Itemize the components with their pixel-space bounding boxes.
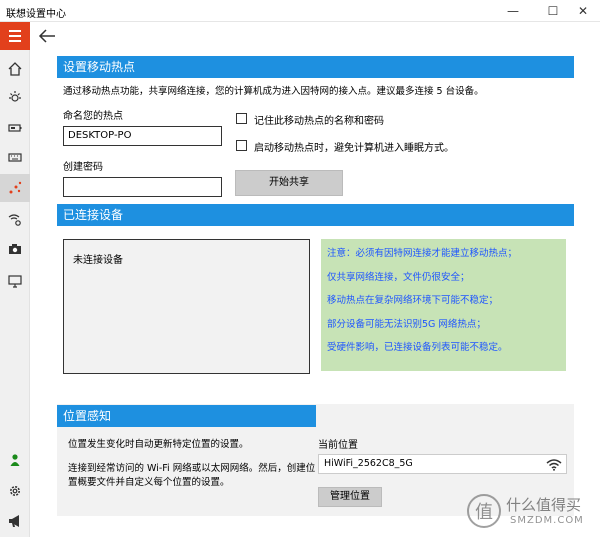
note-line: 仅共享网络连接，文件仍很安全；	[327, 272, 470, 283]
monitor-icon	[8, 275, 22, 288]
watermark-brand: 什么值得买	[506, 496, 582, 514]
minimize-button[interactable]: —	[496, 0, 530, 22]
wifi-icon	[546, 459, 562, 471]
watermark-logo: 值 什么值得买 SMZDM.COM	[466, 491, 596, 531]
battery-icon	[8, 124, 22, 132]
manage-locations-button[interactable]: 管理位置	[318, 487, 382, 507]
home-icon	[8, 62, 22, 76]
hotspot-notes-panel: 注意：必须有因特网连接才能建立移动热点； 仅共享网络连接，文件仍很安全； 移动热…	[321, 239, 566, 371]
maximize-button[interactable]: ☐	[536, 0, 570, 22]
note-line: 移动热点在复杂网络环境下可能不稳定；	[327, 295, 499, 306]
keyboard-icon	[8, 153, 22, 162]
start-sharing-button[interactable]: 开始共享	[235, 170, 343, 196]
note-line: 部分设备可能无法识别5G 网络热点；	[327, 319, 486, 330]
connected-devices-list[interactable]: 未连接设备	[63, 239, 310, 374]
sidebar-item-brightness[interactable]	[0, 83, 30, 111]
sidebar	[0, 22, 30, 537]
svg-text:值: 值	[475, 502, 493, 523]
note-line: 受硬件影响，已连接设备列表可能不稳定。	[327, 342, 508, 353]
hotspot-description: 通过移动热点功能，共享网络连接，您的计算机成为进入因特网的接入点。建议最多连接 …	[63, 86, 484, 97]
hamburger-menu-button[interactable]	[0, 22, 30, 50]
title-bar: 联想设置中心 — ☐ ✕	[0, 0, 600, 22]
hotspot-name-input[interactable]: DESKTOP-PO	[63, 126, 222, 146]
sidebar-item-home[interactable]	[0, 55, 30, 83]
sidebar-item-wireless[interactable]	[0, 205, 30, 233]
password-label: 创建密码	[63, 162, 103, 173]
location-description: 位置发生变化时自动更新特定位置的设置。	[68, 439, 249, 450]
back-arrow-icon[interactable]	[37, 27, 57, 45]
sidebar-item-camera[interactable]	[0, 235, 30, 263]
location-section-header: 位置感知	[57, 405, 316, 427]
prevent-sleep-checkbox[interactable]	[236, 140, 247, 151]
location-instructions-line1: 连接到经常访问的 Wi-Fi 网络或以太网网络。然后，创建位	[68, 463, 316, 474]
sidebar-item-monitor[interactable]	[0, 267, 30, 295]
current-location-field[interactable]: HiWiFi_2562C8_5G	[318, 454, 567, 474]
current-location-value: HiWiFi_2562C8_5G	[324, 458, 413, 469]
sidebar-item-settings[interactable]	[0, 477, 30, 505]
hotspot-icon	[9, 181, 22, 194]
hotspot-name-label: 命名您的热点	[63, 111, 123, 122]
prevent-sleep-label: 启动移动热点时，避免计算机进入睡眠方式。	[254, 143, 454, 154]
devices-section-header: 已连接设备	[57, 204, 574, 226]
sidebar-item-feedback[interactable]	[0, 507, 30, 535]
window-title: 联想设置中心	[6, 9, 66, 20]
megaphone-icon	[9, 515, 19, 527]
watermark-domain: SMZDM.COM	[510, 515, 584, 526]
smzdm-logo-icon: 值	[467, 494, 501, 528]
no-devices-text: 未连接设备	[73, 255, 123, 266]
location-instructions-line2: 置概要文件并自定义每个位置的设置。	[68, 477, 230, 488]
sidebar-item-user[interactable]	[0, 446, 30, 474]
current-location-label: 当前位置	[318, 440, 358, 451]
note-line: 注意：必须有因特网连接才能建立移动热点；	[327, 248, 518, 259]
sidebar-item-hotspot[interactable]	[0, 174, 30, 202]
close-button[interactable]: ✕	[566, 0, 600, 22]
remember-hotspot-checkbox[interactable]	[236, 113, 247, 124]
password-input[interactable]	[63, 177, 222, 197]
wireless-settings-icon	[8, 214, 21, 226]
remember-hotspot-label: 记住此移动热点的名称和密码	[254, 116, 384, 127]
brightness-icon	[9, 91, 21, 102]
top-bar	[31, 22, 600, 50]
hotspot-section-header: 设置移动热点	[57, 56, 574, 78]
camera-icon	[9, 244, 21, 254]
user-icon	[10, 454, 20, 466]
sidebar-item-keyboard[interactable]	[0, 144, 30, 172]
gear-icon	[10, 486, 20, 496]
sidebar-item-battery[interactable]	[0, 114, 30, 142]
